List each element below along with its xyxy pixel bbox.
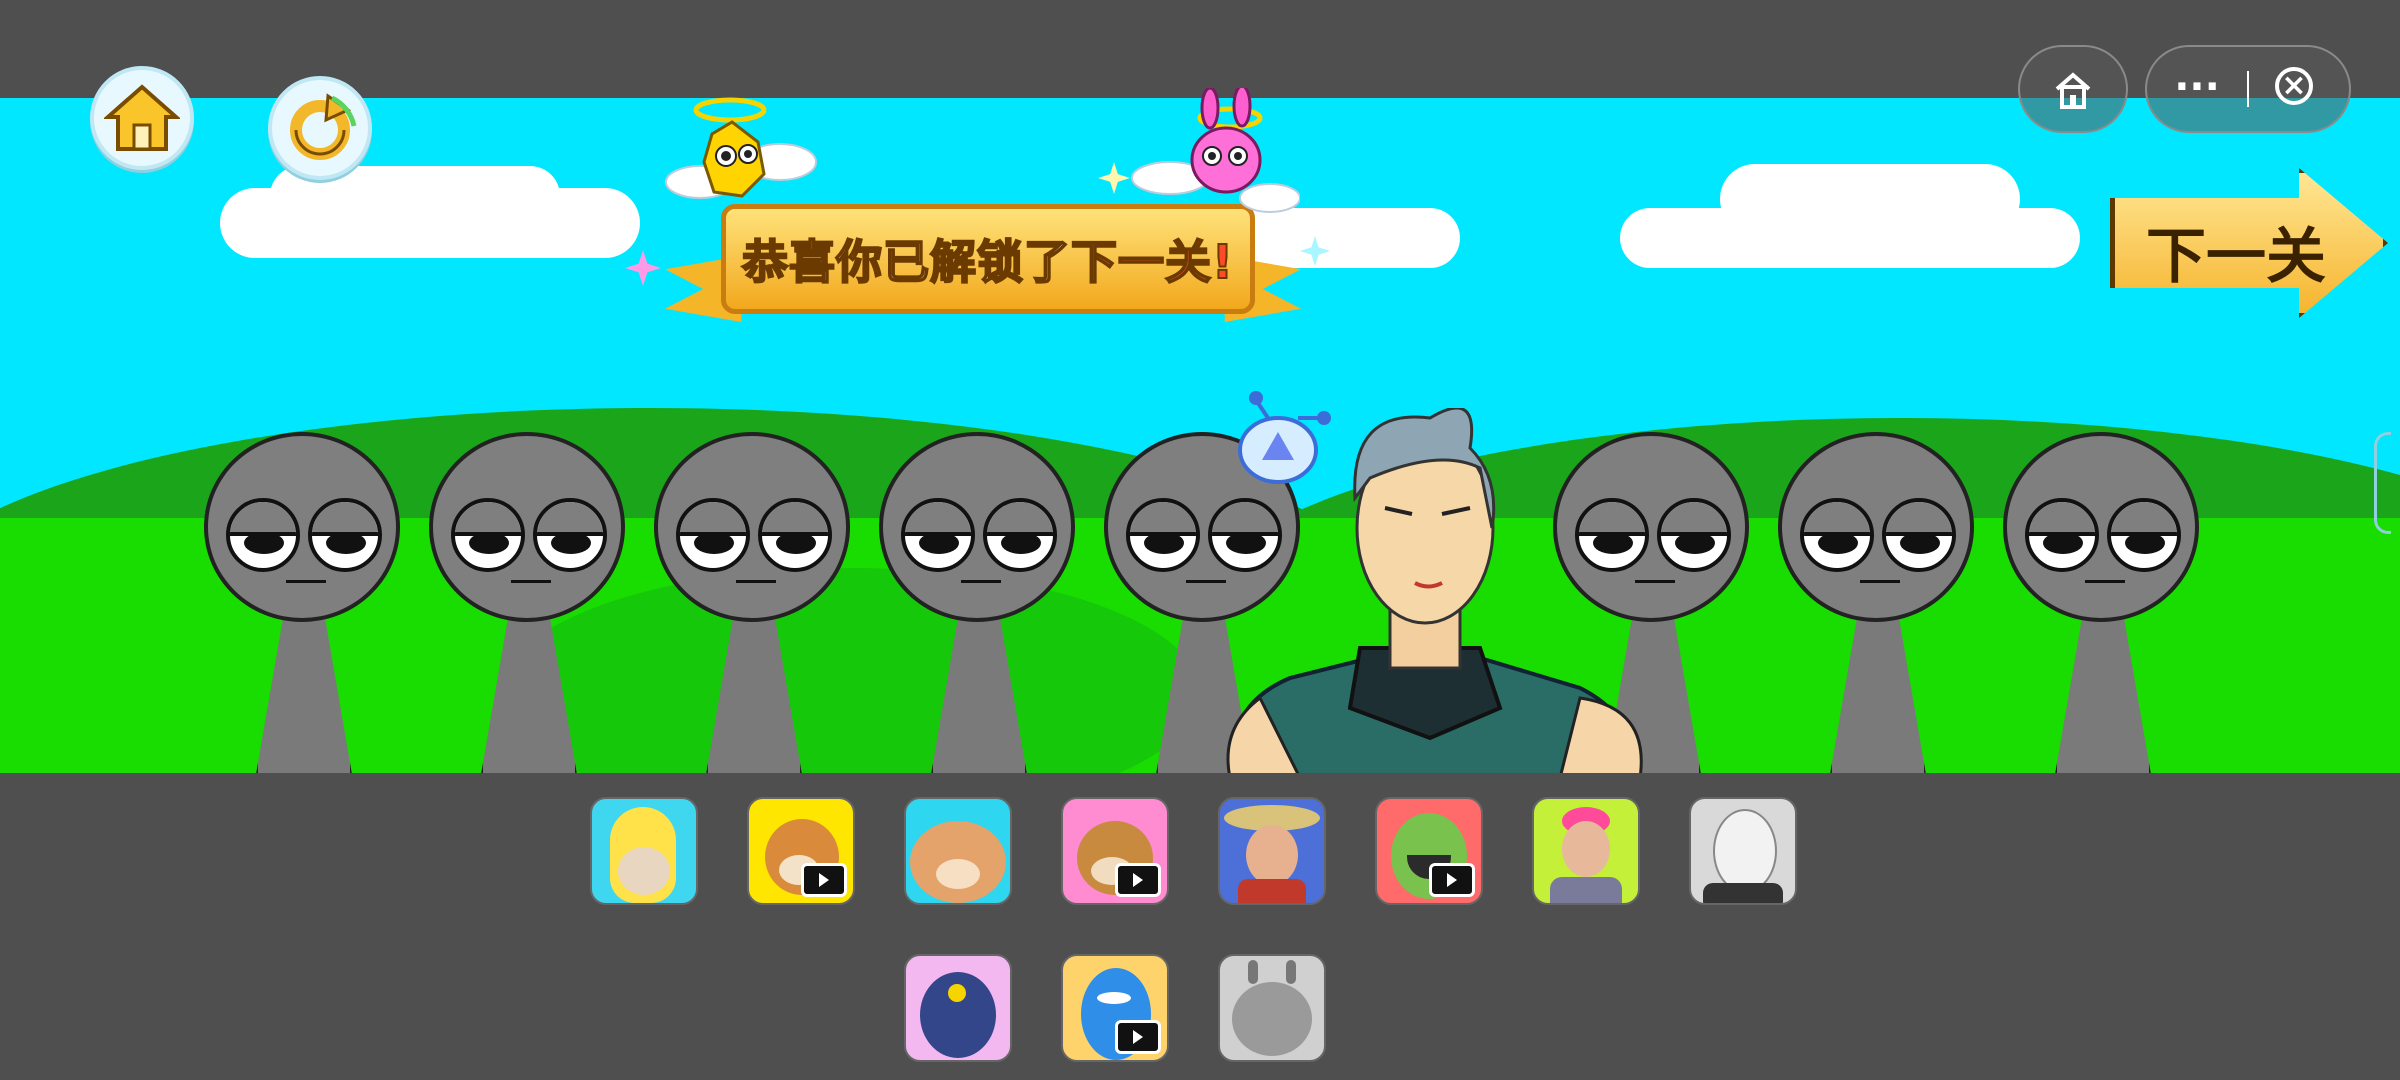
sprunki-character[interactable] — [877, 432, 1075, 773]
capsule-divider — [2247, 71, 2249, 107]
banner-text: 恭喜你已解锁了下一关! — [741, 226, 1234, 292]
cloud — [1720, 164, 2020, 234]
home-button[interactable] — [90, 66, 194, 170]
alien-play-bubble[interactable] — [1228, 388, 1338, 488]
next-level-button[interactable]: 下一关 — [2110, 168, 2388, 318]
character-thumb-headset-guy[interactable] — [1532, 797, 1640, 905]
mini-home-capsule[interactable] — [2018, 45, 2128, 133]
sprunki-character[interactable] — [652, 432, 850, 773]
character-thumb-farmer[interactable] — [1218, 797, 1326, 905]
sprunki-character[interactable] — [1776, 432, 1974, 773]
character-thumb-cheems[interactable] — [1061, 797, 1169, 905]
pink-angel-mascot — [1131, 88, 1300, 213]
yellow-angel-mascot — [665, 97, 817, 199]
character-thumb-banana-cat[interactable] — [590, 797, 698, 905]
side-drawer-handle[interactable] — [2374, 432, 2391, 534]
video-icon — [1115, 863, 1161, 897]
character-thumb-blue-bird[interactable] — [1061, 954, 1169, 1062]
character-picker — [0, 773, 2400, 1080]
video-icon — [1429, 863, 1475, 897]
banner-text-highlight: 下一关! — [1070, 234, 1234, 290]
restart-button[interactable] — [268, 76, 372, 180]
mini-home-icon — [2055, 72, 2091, 109]
close-icon[interactable]: × — [2275, 67, 2313, 105]
sprunki-character[interactable] — [202, 432, 400, 773]
banner-text-main: 恭喜你已解锁了 — [741, 234, 1071, 290]
next-level-label: 下一关 — [2146, 222, 2326, 292]
character-thumb-doge[interactable] — [747, 797, 855, 905]
sprunki-character[interactable] — [427, 432, 625, 773]
character-thumb-gray-cat[interactable] — [1218, 954, 1326, 1062]
more-icon[interactable]: ··· — [2167, 57, 2227, 117]
video-icon — [1115, 1020, 1161, 1054]
character-thumb-pigeon[interactable] — [904, 954, 1012, 1062]
restart-icon — [290, 93, 357, 160]
character-thumb-orange-cat[interactable] — [904, 797, 1012, 905]
character-thumb-cactus[interactable] — [1375, 797, 1483, 905]
character-thumb-gray-face[interactable] — [1689, 797, 1797, 905]
home-icon — [104, 84, 180, 151]
video-icon — [801, 863, 847, 897]
sprunki-character[interactable] — [2001, 432, 2199, 773]
mini-menu-capsule: ··· × — [2145, 45, 2351, 133]
